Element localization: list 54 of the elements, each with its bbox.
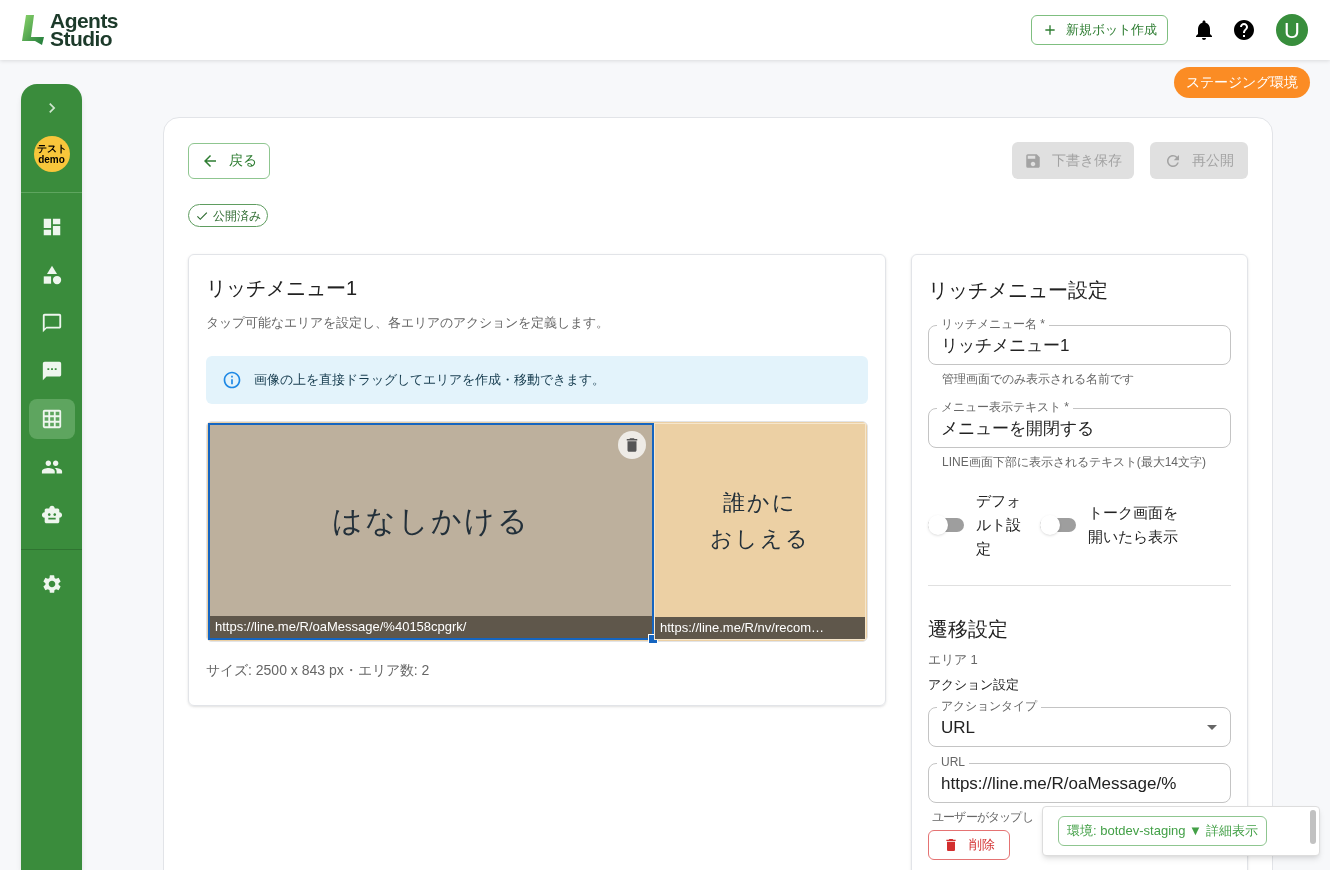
tap-area[interactable]: 誰かに おしえる https://line.me/R/nv/recom… (654, 423, 866, 640)
field-value: リッチメニュー1 (941, 334, 1071, 357)
robot-icon (40, 504, 63, 526)
save-icon (1024, 151, 1042, 170)
trash-icon (943, 836, 959, 853)
back-button[interactable]: 戻る (188, 142, 270, 179)
logo-text: Agents (50, 12, 119, 30)
helper-text: 管理画面でのみ表示される名前です (942, 370, 1135, 388)
org-badge[interactable]: テスト demo (33, 136, 70, 172)
environment-badge: ステージング環境 (1174, 67, 1310, 98)
org-badge-text: demo (38, 154, 65, 165)
plus-icon (1042, 22, 1058, 38)
menu-image-label: 誰かに (723, 488, 797, 517)
action-heading: アクション設定 (928, 676, 1020, 694)
editor-description: タップ可能なエリアを設定し、各エリアのアクションを定義します。 (206, 313, 610, 332)
sidebar-item[interactable] (28, 399, 75, 439)
scrollbar[interactable] (1310, 810, 1316, 844)
area-url-label: https://line.me/R/oaMessage/%40158cpgrk/ (210, 616, 652, 638)
field-label: リッチメニュー名 * (937, 316, 1049, 332)
toggle-switch[interactable] (928, 517, 964, 532)
org-badge-text: テスト (36, 143, 67, 154)
area-url-label: https://line.me/R/nv/recom… (655, 617, 865, 639)
toggle-switch[interactable] (1040, 517, 1076, 532)
info-text: 画像の上を直接ドラッグしてエリアを作成・移動できます。 (254, 371, 605, 390)
transition-title: 遷移設定 (928, 616, 1009, 642)
delete-button[interactable]: 削除 (928, 829, 1010, 860)
helper-text: ユーザーがタップし (932, 808, 1034, 826)
field-value: メニューを開閉する (941, 417, 1095, 440)
editor-title: リッチメニュー1 (206, 275, 359, 301)
settings-icon (40, 573, 63, 595)
chat-bubble-icon (40, 312, 63, 334)
settings-title: リッチメニュー設定 (928, 277, 1109, 303)
menu-image-label: はなしかける (332, 502, 530, 540)
info-icon (222, 370, 242, 390)
toggle-label: デフォルト設定 (976, 490, 1022, 559)
field-value: https://line.me/R/oaMessage/% (941, 772, 1178, 795)
avatar[interactable]: U (1276, 14, 1308, 46)
delete-area-button[interactable] (618, 431, 646, 459)
helper-text: LINE画面下部に表示されるテキスト(最大14文字) (942, 453, 1208, 471)
dropdown-caret-icon (1207, 724, 1217, 730)
logo-mark-icon (22, 15, 46, 45)
toggle-label: トーク画面を開いたら表示 (1088, 502, 1179, 547)
environment-details-button[interactable]: 環境: botdev-staging ▼ 詳細表示 (1058, 816, 1267, 846)
field-label: メニュー表示テキスト * (937, 399, 1073, 415)
field-value: URL (941, 716, 976, 739)
chat-dots-icon (40, 360, 63, 382)
new-bot-button[interactable]: 新規ボット作成 (1031, 15, 1168, 45)
logo-text: Studio (50, 30, 113, 48)
menu-image-label: おしえる (710, 524, 810, 553)
area-label: エリア 1 (928, 650, 979, 669)
field-label: アクションタイプ (937, 698, 1041, 714)
help-icon[interactable] (1232, 18, 1256, 42)
image-size-text: サイズ: 2500 x 843 px・エリア数: 2 (206, 661, 431, 680)
grid-icon (40, 408, 63, 430)
